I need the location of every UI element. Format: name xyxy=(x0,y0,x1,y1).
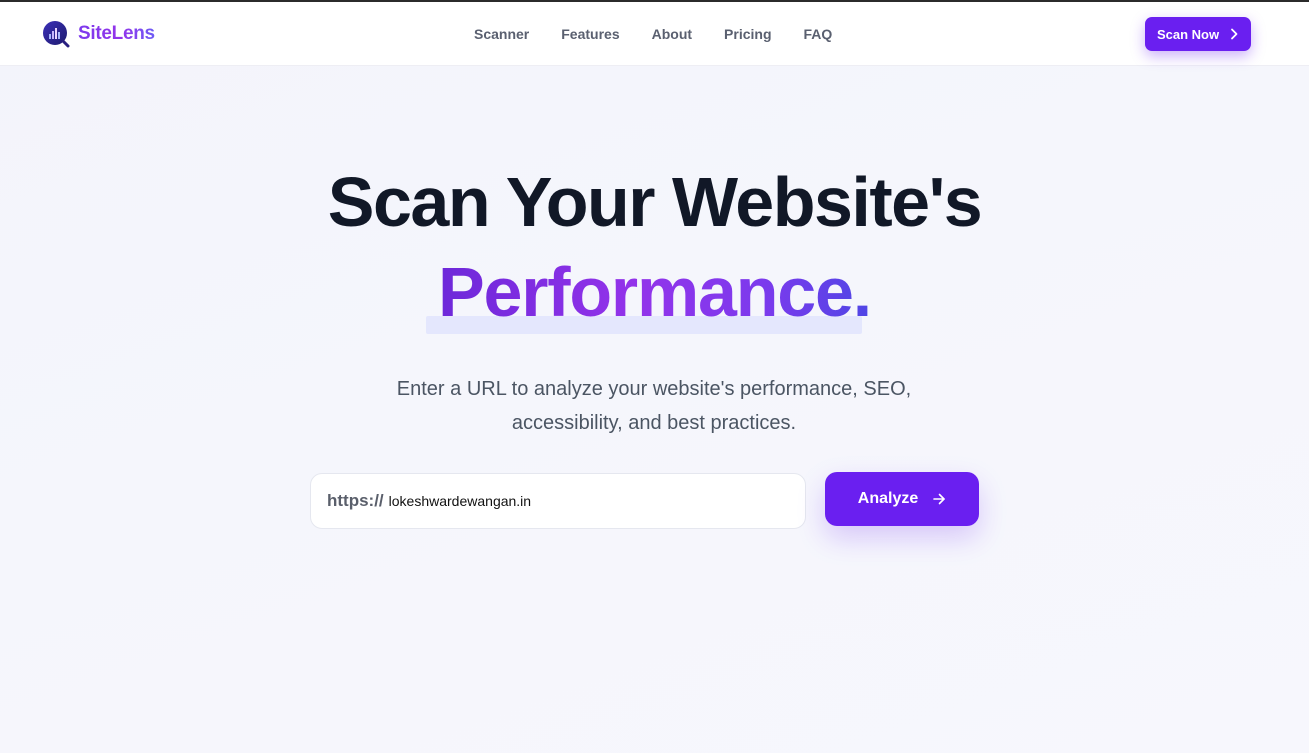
hero-title-highlight-row: Performance. xyxy=(0,250,1309,334)
analyze-button-label: Analyze xyxy=(857,490,919,507)
hero-subtitle: Enter a URL to analyze your website's pe… xyxy=(354,372,954,440)
nav-link-scanner[interactable]: Scanner xyxy=(474,24,529,44)
analyze-button[interactable]: Analyze xyxy=(825,472,979,526)
brand-name: SiteLens xyxy=(78,23,155,44)
hero-title-highlight: Performance. xyxy=(438,250,872,334)
hero-subtitle-line-2: accessibility, and best practices. xyxy=(511,412,797,434)
url-input-box: https:// xyxy=(310,473,806,529)
arrow-right-icon xyxy=(933,493,946,505)
navbar: SiteLens Scanner Features About Pricing … xyxy=(0,2,1309,66)
nav-link-about[interactable]: About xyxy=(652,24,692,44)
scan-now-label: Scan Now xyxy=(1156,26,1220,42)
nav-link-pricing[interactable]: Pricing xyxy=(724,24,771,44)
scan-now-button[interactable]: Scan Now xyxy=(1145,17,1251,51)
main-nav: Scanner Features About Pricing FAQ xyxy=(474,24,832,44)
nav-link-faq[interactable]: FAQ xyxy=(804,24,833,44)
chart-magnifier-icon xyxy=(43,21,70,48)
url-input[interactable] xyxy=(388,486,769,516)
brand-logo-link[interactable]: SiteLens xyxy=(42,20,155,48)
hero-subtitle-line-1: Enter a URL to analyze your website's pe… xyxy=(396,378,912,400)
nav-link-features[interactable]: Features xyxy=(561,24,619,44)
hero-title: Scan Your Website's xyxy=(327,163,983,241)
chevron-right-icon xyxy=(1231,28,1238,40)
url-protocol-prefix: https:// xyxy=(327,491,384,510)
